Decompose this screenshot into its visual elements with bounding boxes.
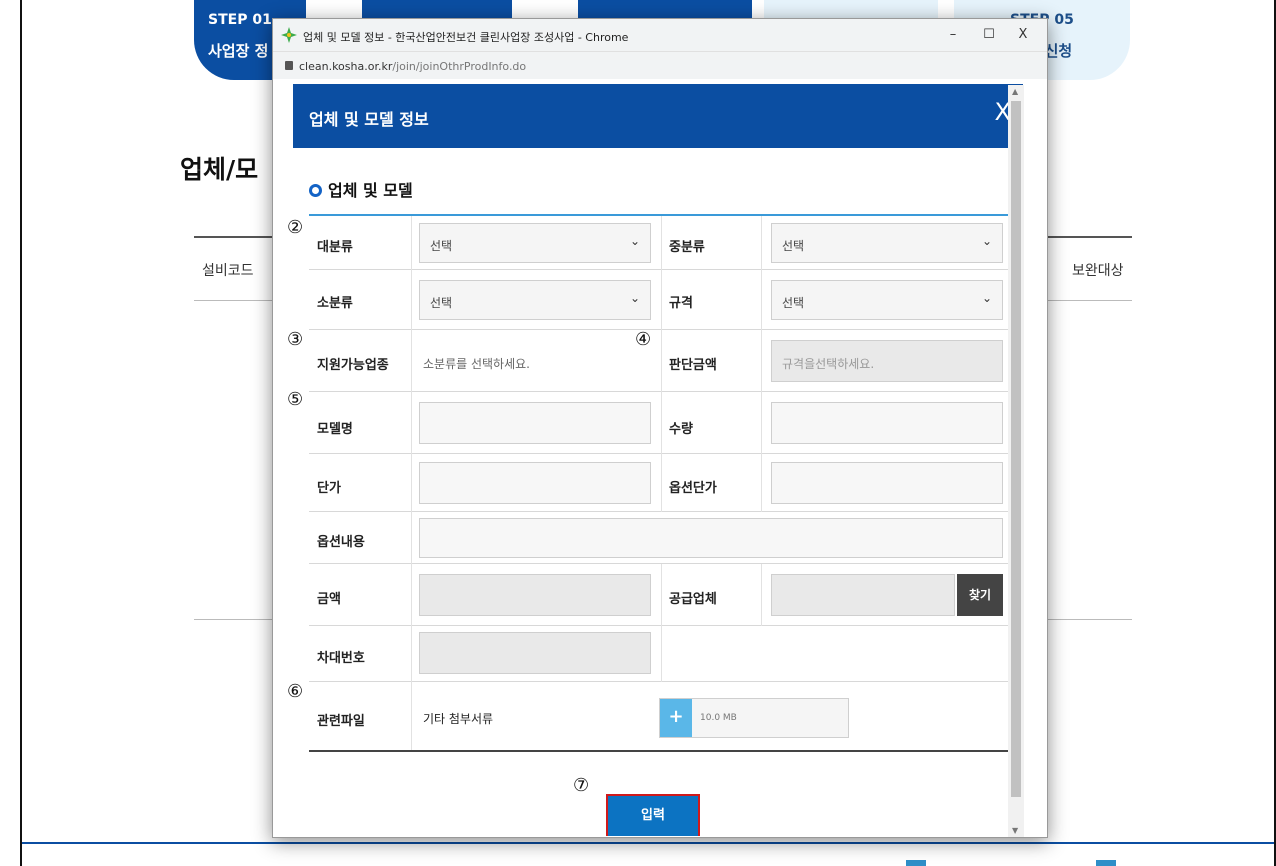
minor-category-label: 소분류 — [317, 296, 353, 311]
spec-label: 규격 — [669, 296, 693, 311]
chevron-down-icon: ⌄ — [629, 291, 640, 305]
industry-hint: 소분류를 선택하세요. — [423, 357, 530, 371]
annotation-7: ⑦ — [573, 775, 590, 796]
form-row-subcategory: 소분류 선택 ⌄ 규격 선택 ⌄ — [309, 270, 1012, 330]
table-row-line — [194, 300, 274, 301]
model-name-input[interactable] — [419, 402, 651, 444]
submit-button[interactable]: 입력 — [606, 794, 700, 836]
industry-label: 지원가능업종 — [317, 358, 389, 373]
option-price-label: 옵션단가 — [669, 481, 717, 496]
spec-select[interactable]: 선택 ⌄ — [771, 280, 1003, 320]
page-title: 업체/모 — [180, 155, 259, 184]
annotation-6: ⑥ — [287, 681, 304, 702]
section-title: 업체 및 모델 — [309, 177, 413, 201]
browser-page: STEP 01 사업장 정 STEP 05 금 지급신청 업체/모 설비코드 제… — [20, 0, 1276, 866]
supplier-label: 공급업체 — [669, 592, 717, 607]
amount-field — [419, 574, 651, 616]
file-upload-box[interactable]: + 10.0 MB — [659, 698, 849, 738]
judge-amount-label: 판단금액 — [669, 358, 717, 373]
table-top-line — [194, 236, 274, 238]
annotation-3: ③ — [287, 329, 304, 350]
lock-icon — [285, 61, 293, 70]
quantity-input[interactable] — [771, 402, 1003, 444]
table-bottom-line — [194, 619, 274, 620]
modal-dialog: 업체 및 모델 정보 X 업체 및 모델 대분류 선택 ⌄ 중분류 선택 ⌄ 소… — [293, 84, 1023, 836]
form-row-price: 단가 옵션단가 — [309, 454, 1012, 512]
form-row-vehicle: 차대번호 — [309, 626, 1012, 682]
annotation-5: ⑤ — [287, 389, 304, 410]
file-type-label: 기타 첨부서류 — [423, 712, 494, 726]
chevron-down-icon: ⌄ — [981, 291, 992, 305]
scroll-up-icon[interactable]: ▲ — [1012, 87, 1018, 96]
window-titlebar: 업체 및 모델 정보 - 한국산업안전보건 클린사업장 조성사업 - Chrom… — [273, 19, 1047, 51]
site-favicon-icon — [281, 27, 297, 43]
plus-icon[interactable]: + — [660, 699, 692, 737]
form-row-amount: 금액 공급업체 찾기 — [309, 564, 1012, 626]
unit-price-label: 단가 — [317, 481, 341, 496]
window-close-button[interactable]: X — [1013, 25, 1033, 45]
scrollbar[interactable]: ▲ ▼ — [1008, 85, 1024, 837]
popup-window: 업체 및 모델 정보 - 한국산업안전보건 클린사업장 조성사업 - Chrom… — [272, 18, 1048, 838]
supplier-field — [771, 574, 955, 616]
scroll-down-icon[interactable]: ▼ — [1012, 826, 1018, 835]
modal-title: 업체 및 모델 정보 — [309, 110, 429, 129]
col-supplement: 보완대상 — [1072, 263, 1124, 279]
amount-label: 금액 — [317, 592, 341, 607]
minor-category-select[interactable]: 선택 ⌄ — [419, 280, 651, 320]
window-title: 업체 및 모델 정보 - 한국산업안전보건 클린사업장 조성사업 - Chrom… — [303, 31, 629, 44]
related-files-label: 관련파일 — [317, 714, 365, 729]
unit-price-input[interactable] — [419, 462, 651, 504]
annotation-2: ② — [287, 217, 304, 238]
vehicle-number-label: 차대번호 — [317, 651, 365, 666]
form-row-industry: 지원가능업종 소분류를 선택하세요. 판단금액 규격을선택하세요. — [309, 330, 1012, 392]
model-name-label: 모델명 — [317, 422, 353, 437]
address-bar[interactable]: clean.kosha.or.kr/join/joinOthrProdInfo.… — [273, 51, 1047, 79]
form-row-option-content: 옵션내용 — [309, 512, 1012, 564]
form-row-model: 모델명 수량 — [309, 392, 1012, 454]
maximize-button[interactable]: ☐ — [979, 25, 999, 45]
chevron-down-icon: ⌄ — [981, 234, 992, 248]
form-row-category: 대분류 선택 ⌄ 중분류 선택 ⌄ — [309, 216, 1012, 270]
chevron-down-icon: ⌄ — [629, 234, 640, 248]
modal-header: 업체 및 모델 정보 X — [293, 84, 1023, 148]
bg-button — [906, 860, 926, 866]
form-bottom-line — [309, 750, 1012, 752]
major-category-select[interactable]: 선택 ⌄ — [419, 223, 651, 263]
option-content-input[interactable] — [419, 518, 1003, 558]
url-text: clean.kosha.or.kr/join/joinOthrProdInfo.… — [299, 60, 527, 73]
col-equip-code: 설비코드 — [202, 263, 254, 279]
vehicle-number-field — [419, 632, 651, 674]
major-category-label: 대분류 — [317, 240, 353, 255]
middle-category-label: 중분류 — [669, 240, 705, 255]
circle-bullet-icon — [309, 184, 322, 197]
middle-category-select[interactable]: 선택 ⌄ — [771, 223, 1003, 263]
bg-button — [1096, 860, 1116, 866]
form-row-files: 관련파일 기타 첨부서류 + 10.0 MB — [309, 682, 1012, 750]
option-price-input[interactable] — [771, 462, 1003, 504]
minimize-button[interactable]: – — [943, 25, 963, 45]
scrollbar-thumb[interactable] — [1011, 101, 1021, 797]
annotation-4: ④ — [635, 329, 652, 350]
judge-amount-field: 규격을선택하세요. — [771, 340, 1003, 382]
option-content-label: 옵션내용 — [317, 535, 365, 550]
footer-line — [22, 842, 1274, 844]
file-size-limit: 10.0 MB — [700, 713, 737, 723]
quantity-label: 수량 — [669, 422, 693, 437]
find-supplier-button[interactable]: 찾기 — [957, 574, 1003, 616]
